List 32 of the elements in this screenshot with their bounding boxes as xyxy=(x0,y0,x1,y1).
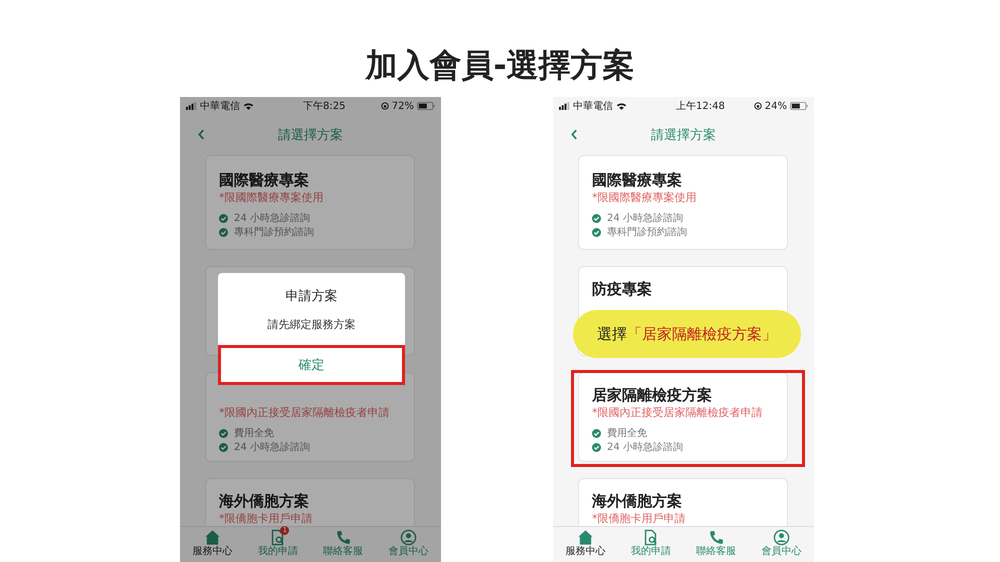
plan-note: *限僑胞卡用戶申請 xyxy=(592,511,686,526)
carrier-name: 中華電信 xyxy=(200,100,240,113)
plan-title: 國際醫療專案 xyxy=(592,170,683,190)
carrier-name: 中華電信 xyxy=(573,100,613,113)
dialog-title: 申請方案 xyxy=(286,288,338,305)
feature-text: 費用全免 xyxy=(607,427,647,440)
slide-title: 加入會員-選擇方案 xyxy=(364,45,636,86)
plan-title: 海外僑胞方案 xyxy=(219,491,310,511)
callout-text: 選擇「居家隔離檢疫方案」 xyxy=(597,324,777,344)
plan-note: *限國內正接受居家隔離檢疫者申請 xyxy=(219,405,390,421)
feature-text: 24 小時急診諮詢 xyxy=(607,212,683,225)
feature-text: 24 小時急診諮詢 xyxy=(234,212,310,225)
plan-note: *限國內正接受居家隔離檢疫者申請 xyxy=(592,405,764,421)
feature-text: 專科門診預約諮詢 xyxy=(607,226,687,239)
screen-title: 請選擇方案 xyxy=(651,127,716,144)
feature-text: 24 小時急診諮詢 xyxy=(607,441,683,454)
plan-note: *限僑胞卡用戶申請 xyxy=(219,511,314,526)
plan-title: 海外僑胞方案 xyxy=(592,491,683,511)
plan-note: *限國際醫療專案使用 xyxy=(219,190,324,206)
battery-percent: 24% xyxy=(764,100,787,112)
clock-time: 上午12:48 xyxy=(676,100,725,113)
plan-title: 居家隔離檢疫方案 xyxy=(592,385,713,405)
feature-text: 費用全免 xyxy=(234,427,274,440)
feature-text: 24 小時急診諮詢 xyxy=(234,441,310,454)
screen-title: 請選擇方案 xyxy=(278,127,343,144)
dialog-message: 請先綁定服務方案 xyxy=(268,317,356,332)
plan-title: 國際醫療專案 xyxy=(219,170,310,190)
plan-note: *限國際醫療專案使用 xyxy=(592,190,698,206)
feature-text: 專科門診預約諮詢 xyxy=(234,226,314,239)
battery-percent: 72% xyxy=(392,100,414,112)
plan-title: 防疫專案 xyxy=(592,279,653,299)
clock-time: 下午8:25 xyxy=(303,100,346,113)
